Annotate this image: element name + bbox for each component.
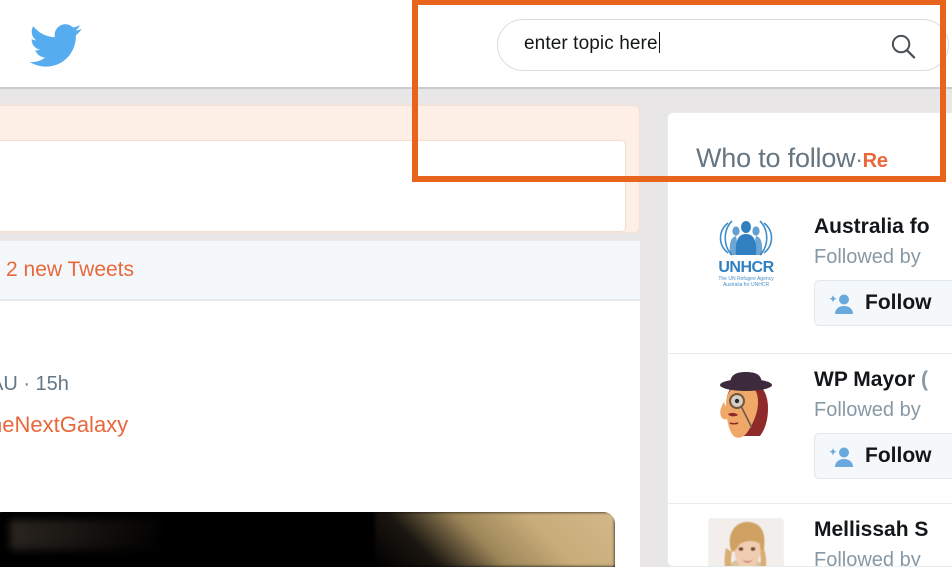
search-icon[interactable]: [890, 33, 917, 60]
refresh-link[interactable]: Re: [863, 150, 888, 172]
text-cursor: [658, 32, 660, 53]
tweet-media-highlight: [10, 520, 160, 550]
tweet-hashtag-link[interactable]: heNextGalaxy: [0, 412, 128, 438]
top-navigation-bar: enter topic here: [0, 0, 952, 89]
account-display-name[interactable]: WP Mayor (: [814, 368, 928, 392]
search-input[interactable]: enter topic here: [497, 19, 949, 71]
tweet-timestamp: AU · 15h: [0, 373, 69, 395]
follow-button[interactable]: Follow: [814, 280, 952, 326]
account-display-name[interactable]: Mellissah S: [814, 518, 928, 542]
new-tweets-banner[interactable]: 2 new Tweets: [0, 240, 640, 300]
account-display-name[interactable]: Australia fo: [814, 215, 930, 239]
unhcr-wordmark: UNHCR: [718, 259, 774, 276]
who-to-follow-item[interactable]: UNHCR The UN Refugee Agency Australia fo…: [668, 201, 952, 353]
twitter-screenshot: 2 new Tweets AU · 15h heNextGalaxy enter…: [0, 0, 952, 567]
tweet-media-image[interactable]: [0, 512, 615, 567]
person-add-icon: [829, 444, 855, 470]
person-add-icon: [829, 291, 855, 317]
unhcr-tagline: The UN Refugee Agency Australia for UNHC…: [718, 276, 774, 288]
twitter-bird-icon[interactable]: [29, 23, 82, 69]
top-hat-monocle-face-avatar[interactable]: [708, 368, 784, 444]
follow-button[interactable]: Follow: [814, 433, 952, 479]
new-tweets-label: 2 new Tweets: [6, 258, 135, 281]
unhcr-logo-avatar[interactable]: UNHCR The UN Refugee Agency Australia fo…: [708, 215, 784, 291]
follow-button-label: Follow: [865, 444, 932, 467]
timeline-column: [0, 105, 640, 233]
account-handle: (: [920, 368, 928, 391]
compose-tweet-card[interactable]: [0, 105, 640, 233]
who-to-follow-item[interactable]: WP Mayor ( Followed by Follow: [668, 353, 952, 503]
search-input-value: enter topic here: [524, 32, 660, 54]
who-to-follow-heading: Who to follow·Re: [696, 143, 888, 174]
who-to-follow-title: Who to follow: [696, 143, 856, 173]
followed-by-text: Followed by: [814, 549, 921, 567]
followed-by-text: Followed by: [814, 399, 921, 421]
who-to-follow-item[interactable]: Mellissah S Followed by: [668, 503, 952, 567]
compose-tweet-input[interactable]: [0, 140, 626, 232]
who-to-follow-panel: Who to follow·Re UNHCR The UN Refugee Ag…: [667, 112, 952, 567]
followed-by-text: Followed by: [814, 246, 921, 268]
tweet-media-gold-region: [375, 512, 615, 567]
woman-photo-avatar[interactable]: [708, 518, 784, 566]
tweet-item[interactable]: AU · 15h heNextGalaxy: [0, 301, 640, 567]
follow-button-label: Follow: [865, 291, 932, 314]
heading-separator: ·: [855, 147, 863, 172]
